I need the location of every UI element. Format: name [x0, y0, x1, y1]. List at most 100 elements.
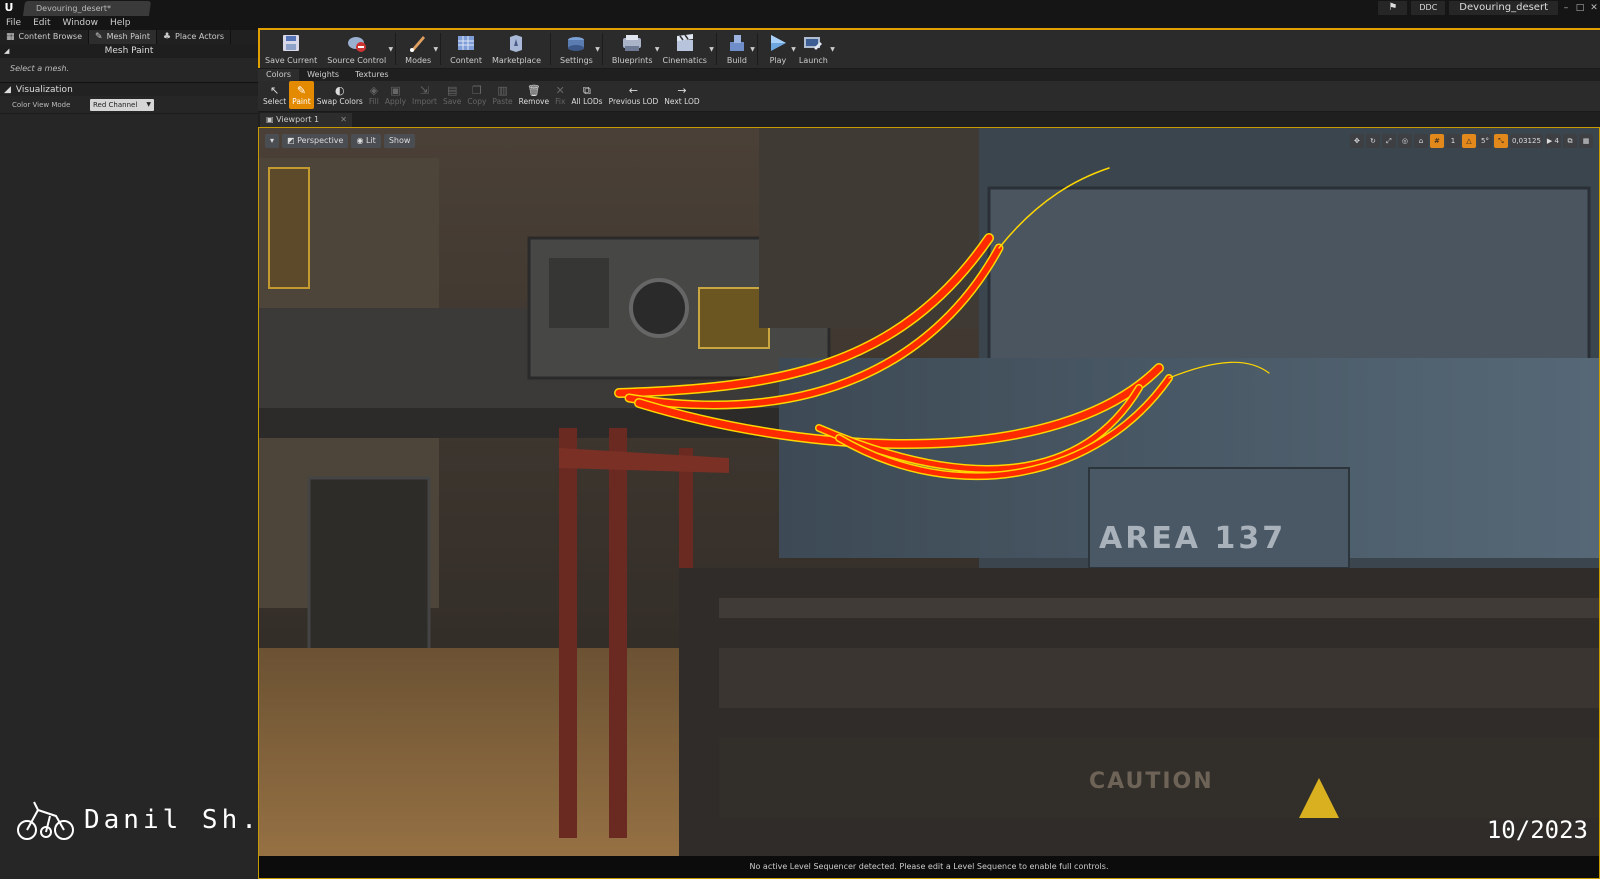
cinematics-button[interactable]: Cinematics ▼	[657, 30, 714, 68]
minimize-button[interactable]: –	[1560, 2, 1572, 14]
blueprints-button[interactable]: Blueprints ▼	[607, 30, 659, 68]
previous-lod-button[interactable]: ← Previous LOD	[606, 81, 662, 109]
camera-speed-button[interactable]: ▶ 4	[1544, 134, 1561, 148]
ddc-indicator[interactable]: DDC	[1411, 1, 1446, 15]
marketplace-button[interactable]: Marketplace	[487, 30, 546, 68]
remove-button[interactable]: 🗑 Remove	[516, 81, 552, 109]
close-icon[interactable]: ✕	[340, 113, 347, 127]
chevron-down-icon[interactable]: ▼	[434, 46, 439, 53]
fill-icon: ◈	[369, 84, 379, 97]
scale-icon[interactable]: ⤢	[1381, 134, 1396, 148]
menu-help[interactable]: Help	[104, 16, 137, 30]
tab-label: Content Browse	[18, 32, 83, 41]
build-button[interactable]: Build ▼	[721, 30, 755, 68]
perspective-button[interactable]: ◩ Perspective	[282, 134, 349, 148]
paint-tool-button[interactable]: ✎ Paint	[289, 81, 314, 109]
mesh-paint-header-label: Mesh Paint	[104, 46, 154, 56]
lit-label: Lit	[366, 136, 376, 145]
select-mesh-hint: Select a mesh.	[10, 64, 70, 73]
import-button[interactable]: ⇲ Import	[409, 81, 440, 109]
tab-weights[interactable]: Weights	[299, 69, 347, 81]
tool-label: Paint	[292, 97, 311, 106]
viewport-options-button[interactable]: ▾	[265, 134, 280, 148]
scene-render[interactable]: AREA 137 CAUTION	[259, 128, 1599, 878]
maximize-button[interactable]: □	[1574, 2, 1586, 14]
surface-snap-icon[interactable]: ⌂	[1413, 134, 1428, 148]
fix-button[interactable]: ✕ Fix	[552, 81, 568, 109]
source-control-button[interactable]: Source Control ▼	[322, 30, 394, 68]
show-button[interactable]: Show	[383, 134, 416, 148]
all-lods-button[interactable]: ⧉ All LODs	[568, 81, 605, 109]
tab-content-browser[interactable]: ▦ Content Browse	[0, 30, 90, 44]
content-button[interactable]: Content	[445, 30, 487, 68]
rotation-snap-icon[interactable]: △	[1461, 134, 1476, 148]
color-view-mode-label: Color View Mode	[12, 100, 71, 109]
world-local-icon[interactable]: ◎	[1397, 134, 1412, 148]
visualization-section-header[interactable]: ◢ Visualization	[0, 82, 258, 96]
tool-label: Copy	[467, 97, 487, 106]
layout-icon[interactable]: ▦	[1579, 134, 1593, 148]
tab-place-actors[interactable]: ♣ Place Actors	[157, 30, 232, 44]
play-button[interactable]: Play ▼	[762, 30, 796, 68]
toolbar-label: Play	[769, 56, 787, 65]
signature-text: Danil Sh.	[84, 805, 261, 835]
copy-button[interactable]: ❐ Copy	[464, 81, 489, 109]
content-browser-icon: ▦	[6, 32, 15, 42]
chevron-down-icon[interactable]: ▼	[830, 46, 835, 53]
grid-size[interactable]: 1	[1445, 134, 1460, 148]
swap-colors-button[interactable]: ◐ Swap Colors	[314, 81, 366, 109]
tab-mesh-paint[interactable]: ✎ Mesh Paint	[89, 30, 157, 44]
scale-snap-value[interactable]: 0,03125	[1509, 134, 1543, 148]
modes-button[interactable]: Modes ▼	[400, 30, 439, 68]
toolbar-label: Cinematics	[662, 56, 707, 65]
save-button[interactable]: ▤ Save	[440, 81, 464, 109]
tab-colors[interactable]: Colors	[258, 69, 300, 81]
menu-window[interactable]: Window	[57, 16, 105, 30]
select-tool-button[interactable]: ↖ Select	[260, 81, 289, 109]
translate-icon[interactable]: ✥	[1349, 134, 1364, 148]
scale-snap-icon[interactable]: ⤡	[1493, 134, 1508, 148]
tool-label: Import	[412, 97, 437, 106]
rotation-snap-value[interactable]: 5°	[1477, 134, 1492, 148]
chevron-down-icon[interactable]: ▼	[389, 46, 394, 53]
tool-label: Select	[263, 97, 287, 106]
lit-button[interactable]: ◉ Lit	[351, 134, 381, 148]
paste-button[interactable]: ▥ Paste	[489, 81, 515, 109]
rotate-icon[interactable]: ↻	[1365, 134, 1380, 148]
viewport-tab[interactable]: ▣ Viewport 1 ✕	[260, 113, 352, 127]
fill-button[interactable]: ◈ Fill	[366, 81, 382, 109]
source-control-status-icon[interactable]: ⚑	[1378, 1, 1408, 15]
title-bar: U Devouring_desert* ⚑ DDC Devouring_dese…	[0, 0, 1600, 16]
apply-icon: ▣	[390, 84, 401, 97]
level-viewport[interactable]: AREA 137 CAUTION ▾ ◩ Perspective ◉ Lit S…	[258, 127, 1600, 879]
grid-snap-icon[interactable]: #	[1429, 134, 1444, 148]
collapse-arrow-icon[interactable]: ◢	[4, 44, 9, 58]
color-view-mode-select[interactable]: Red Channel ▼	[90, 98, 154, 111]
menu-edit[interactable]: Edit	[27, 16, 56, 30]
document-tab[interactable]: Devouring_desert*	[22, 1, 152, 16]
mesh-paint-panel: ◢ Mesh Paint Select a mesh. ◢ Visualizat…	[0, 44, 258, 879]
viewport-toolbar-left: ▾ ◩ Perspective ◉ Lit Show	[265, 134, 416, 148]
chevron-down-icon[interactable]: ▼	[595, 46, 600, 53]
toolbar-separator	[601, 33, 603, 65]
viewport-icon: ▣	[266, 115, 277, 124]
save-current-button[interactable]: Save Current	[260, 30, 322, 68]
visualization-label: Visualization	[15, 85, 73, 95]
area-sign-text: AREA 137	[1099, 521, 1286, 556]
chevron-down-icon[interactable]: ▼	[750, 46, 755, 53]
viewport-tab-label: Viewport 1	[276, 115, 320, 124]
chevron-down-icon[interactable]: ▼	[709, 46, 714, 53]
toolbar-label: Modes	[405, 56, 432, 65]
save-icon: ▤	[446, 84, 458, 97]
mesh-paint-header[interactable]: ◢ Mesh Paint	[0, 44, 258, 58]
close-button[interactable]: ✕	[1588, 2, 1600, 14]
settings-button[interactable]: Settings ▼	[555, 30, 600, 68]
tab-textures[interactable]: Textures	[347, 69, 396, 81]
camera-speed-value: 4	[1554, 137, 1559, 145]
launch-button[interactable]: Launch ▼	[794, 30, 835, 68]
toolbar-label: Source Control	[327, 56, 387, 65]
menu-file[interactable]: File	[0, 16, 27, 30]
maximize-viewport-icon[interactable]: ⧉	[1563, 134, 1577, 148]
apply-button[interactable]: ▣ Apply	[382, 81, 409, 109]
next-lod-button[interactable]: → Next LOD	[661, 81, 702, 109]
